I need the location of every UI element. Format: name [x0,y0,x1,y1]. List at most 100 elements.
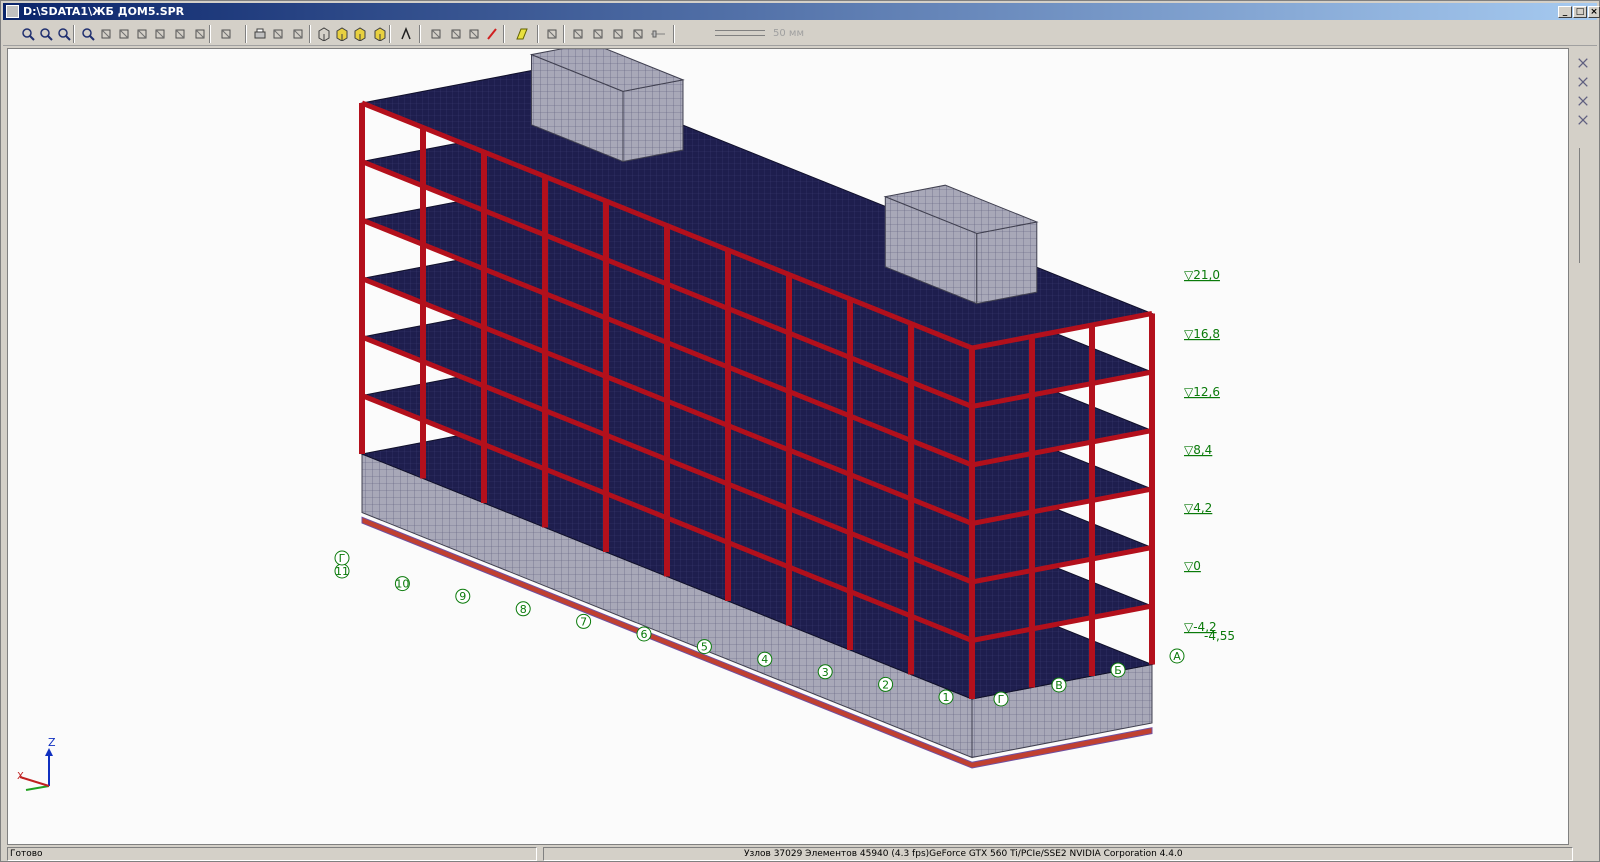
window-title: D:\SDATA1\ЖБ ДОМ5.SPR [23,5,185,18]
toolbar-separator [503,25,505,43]
svg-text:10: 10 [395,578,409,591]
status-model-info: Узлов 37029 Элементов 45940 (4.3 fps)GeF… [543,847,1573,861]
fill-icon[interactable] [513,25,531,43]
cube-solid-icon[interactable] [333,25,351,43]
svg-text:▽16,8: ▽16,8 [1184,327,1220,341]
pen-icon[interactable] [483,25,501,43]
rectangle-icon[interactable] [629,25,647,43]
filter-icon[interactable] [191,25,209,43]
eraser-icon[interactable] [543,25,561,43]
slider-icon[interactable] [649,25,667,43]
level-marker-extra: -4,55 [1204,629,1235,643]
svg-text:Г: Г [998,693,1005,706]
svg-text:9: 9 [459,590,466,603]
orbit-icon[interactable] [133,25,151,43]
toolbar-separator [73,25,75,43]
rotate-icon[interactable] [115,25,133,43]
grid-axis-bubble: Б [1110,662,1126,678]
toolbar-separator [673,25,675,43]
level-marker: ▽4,2 [1184,501,1212,515]
app-window: D:\SDATA1\ЖБ ДОМ5.SPR _ □ × 50 мм ▽21,0 ▽… [0,0,1600,862]
axis-triad: ZX [17,736,56,791]
toolbar-separator [389,25,391,43]
toolbar-separator [309,25,311,43]
close-button[interactable]: × [1588,6,1600,18]
pencil-icon[interactable] [589,25,607,43]
title-bar[interactable]: D:\SDATA1\ЖБ ДОМ5.SPR _ □ × [3,3,1600,20]
cube-shade-icon[interactable] [371,25,389,43]
svg-text:▽8,4: ▽8,4 [1184,443,1212,457]
merge-icon[interactable] [1576,94,1590,108]
zoom-in-icon[interactable] [19,25,37,43]
split-icon[interactable] [1576,113,1590,127]
select-element-icon[interactable] [171,25,189,43]
grid-icon[interactable] [465,25,483,43]
svg-text:2: 2 [882,678,889,691]
grid-axis-bubble: 8 [515,601,531,617]
point-icon[interactable] [427,25,445,43]
svg-text:4: 4 [761,653,768,666]
zoom-out-icon[interactable] [37,25,55,43]
svg-text:7: 7 [580,615,587,628]
grid-axis-bubble: 5 [696,639,712,655]
svg-text:5: 5 [701,641,708,654]
vertical-scroll-track[interactable] [1579,148,1587,263]
level-marker: ▽21,0 [1184,268,1220,282]
cube-color-icon[interactable] [351,25,369,43]
nodes-icon[interactable] [447,25,465,43]
toolbar-separator [419,25,421,43]
grid-axis-bubble: 3 [817,664,833,680]
svg-text:▽0: ▽0 [1184,559,1201,573]
level-marker: ▽16,8 [1184,327,1220,341]
toolbar-separator [563,25,565,43]
svg-text:8: 8 [520,603,527,616]
main-toolbar: 50 мм [3,22,1597,46]
pan-icon[interactable] [97,25,115,43]
scale-label: 50 мм [773,28,804,39]
grid-axis-bubble: 1 [938,689,954,705]
svg-text:11: 11 [335,565,349,578]
grid-axis-bubble: Г [993,691,1009,707]
svg-text:Г: Г [339,552,346,565]
scale-bar [715,30,765,36]
svg-text:3: 3 [822,666,829,679]
minimize-button[interactable]: _ [1558,6,1572,18]
svg-text:▽12,6: ▽12,6 [1184,385,1220,399]
building-model[interactable]: ▽21,0▽16,8▽12,6▽8,4▽4,2▽0▽-4,2-4,5511109… [8,49,1569,845]
svg-text:Б: Б [1114,664,1122,677]
zoom-window-icon[interactable] [55,25,73,43]
grid-axis-bubble: 9 [455,588,471,604]
scissors-icon[interactable] [1576,56,1590,70]
maximize-button[interactable]: □ [1573,6,1587,18]
svg-text:Z: Z [48,736,56,749]
tag-icon[interactable] [609,25,627,43]
grid-axis-bubble: А [1169,648,1185,664]
select-node-icon[interactable] [151,25,169,43]
toolbar-separator [537,25,539,43]
grid-axis-bubble: В [1051,677,1067,693]
toolbar-separator [245,25,247,43]
view-dropdown-icon[interactable] [217,25,235,43]
preview-icon[interactable] [269,25,287,43]
brush-icon[interactable] [569,25,587,43]
zoom-all-icon[interactable] [79,25,97,43]
svg-text:X: X [17,771,24,782]
status-bar: Готово Узлов 37029 Элементов 45940 (4.3 … [3,847,1597,861]
grid-axis-bubble: 10 [394,576,410,592]
level-marker: ▽8,4 [1184,443,1212,457]
model-viewport[interactable]: ▽21,0 ▽16,8 ▽12,6 ▽8,4 ▽4,2 ▽0 ▽-4,2 -4,55 11 10 9… [7,48,1569,845]
app-icon[interactable] [6,5,19,18]
cube-wire-icon[interactable] [315,25,333,43]
lambda-icon[interactable] [397,25,415,43]
cut-icon[interactable] [1576,75,1590,89]
level-marker: ▽12,6 [1184,385,1220,399]
export-icon[interactable] [289,25,307,43]
svg-text:А: А [1173,650,1181,663]
toolbar-separator [209,25,211,43]
grid-axis-bubble: 6 [636,626,652,642]
print-icon[interactable] [251,25,269,43]
svg-text:1: 1 [943,691,950,704]
grid-axis-bubble: 2 [878,676,894,692]
grid-axis-bubble: 4 [757,651,773,667]
grid-axis-bubble: Г [334,550,350,566]
